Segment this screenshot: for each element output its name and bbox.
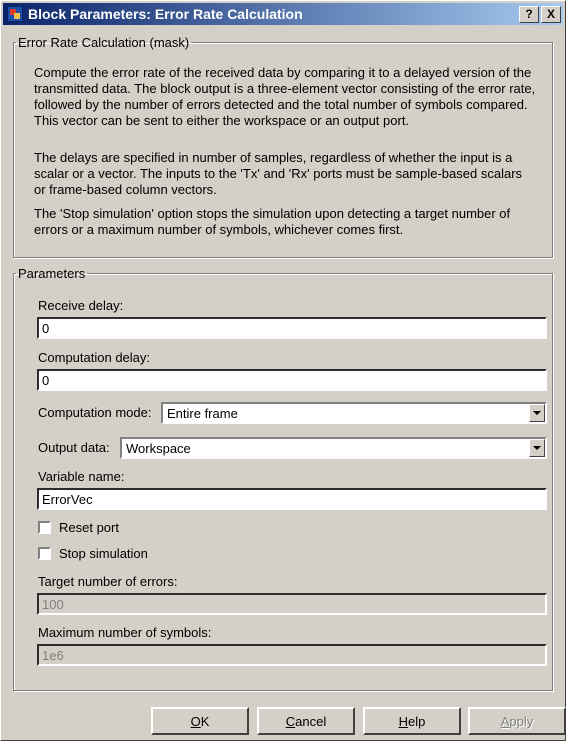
target-errors-label: Target number of errors: [38, 574, 178, 589]
max-symbols-input [37, 644, 547, 666]
computation-delay-input[interactable] [37, 369, 547, 391]
apply-button: Apply [468, 707, 566, 735]
mask-description-paragraph-2: The delays are specified in number of sa… [34, 150, 523, 197]
apply-mnemonic: A [500, 713, 510, 729]
reset-port-box[interactable] [38, 521, 51, 534]
close-button[interactable]: X [541, 5, 561, 23]
stop-simulation-checkbox[interactable]: Stop simulation [38, 546, 148, 561]
cancel-mnemonic: C [285, 713, 296, 729]
computation-mode-label: Computation mode: [38, 405, 152, 420]
help-button[interactable]: Help [363, 707, 461, 735]
parameters-legend: Parameters [18, 266, 86, 281]
variable-name-input[interactable] [37, 488, 547, 510]
dialog-window: Block Parameters: Error Rate Calculation… [0, 0, 566, 741]
help-label: elp [408, 713, 426, 729]
target-errors-input [37, 593, 547, 615]
stop-simulation-label: Stop simulation [59, 546, 148, 561]
simulink-block-icon [7, 6, 23, 22]
mask-description-paragraph-3: The 'Stop simulation' option stops the s… [34, 206, 511, 237]
ok-button[interactable]: OK [151, 707, 249, 735]
computation-mode-select[interactable]: Entire frame [161, 402, 547, 424]
help-mnemonic: H [398, 713, 409, 729]
ok-mnemonic: O [190, 713, 201, 729]
cancel-button[interactable]: Cancel [257, 707, 355, 735]
reset-port-checkbox[interactable]: Reset port [38, 520, 119, 535]
output-data-value: Workspace [126, 440, 191, 456]
chevron-down-icon[interactable] [529, 404, 545, 422]
output-data-label: Output data: [38, 440, 110, 455]
mask-legend: Error Rate Calculation (mask) [18, 35, 190, 50]
mask-description-paragraph-1: Compute the error rate of the received d… [34, 65, 536, 128]
window-title: Block Parameters: Error Rate Calculation [28, 6, 303, 22]
title-bar[interactable]: Block Parameters: Error Rate Calculation… [3, 3, 563, 25]
computation-mode-value: Entire frame [167, 405, 238, 421]
max-symbols-label: Maximum number of symbols: [38, 625, 212, 640]
chevron-down-icon[interactable] [529, 439, 545, 457]
computation-delay-label: Computation delay: [38, 350, 151, 365]
apply-label: pply [509, 713, 534, 729]
receive-delay-input[interactable] [37, 317, 547, 339]
context-help-button[interactable]: ? [519, 5, 539, 23]
ok-label: K [200, 713, 210, 729]
reset-port-label: Reset port [59, 520, 119, 535]
output-data-select[interactable]: Workspace [120, 437, 547, 459]
variable-name-label: Variable name: [38, 469, 125, 484]
receive-delay-label: Receive delay: [38, 298, 124, 313]
cancel-label: ancel [295, 713, 327, 729]
stop-simulation-box[interactable] [38, 547, 51, 560]
